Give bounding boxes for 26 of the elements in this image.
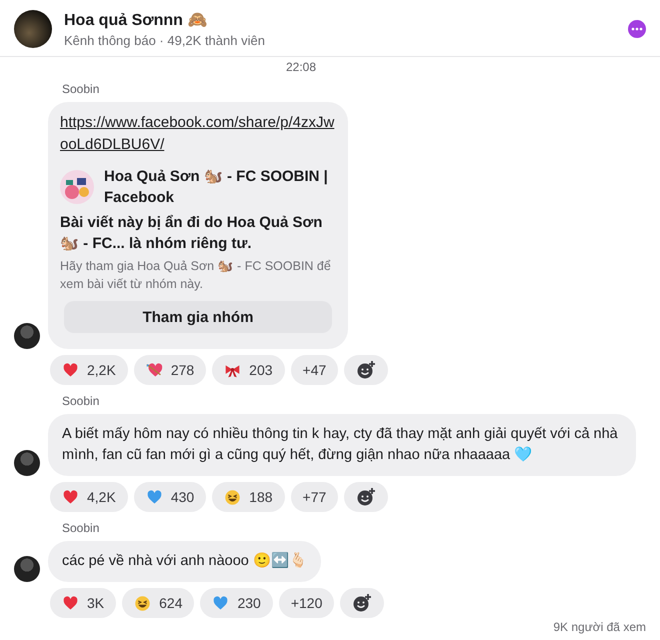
reaction-button[interactable]: 430 (134, 482, 206, 512)
reaction-button[interactable]: 4,2K (50, 482, 128, 512)
channel-subtitle: Kênh thông báo · 49,2K thành viên (64, 33, 266, 48)
view-count: 9K người đã xem (553, 620, 646, 634)
reaction-button[interactable]: 203 (212, 355, 285, 385)
message-bubble: A biết mấy hôm nay có nhiều thông tin k hay, cty đã thay mặt anh giải quyết với cả nhà mình, fan cũ fan mới gì a cũng quý hết, đừng giận nhao nữa nhaaaaa 🩵 (48, 414, 636, 476)
preview-title: Hoa Quả Sơn 🐿 - FC SOOBIN | Facebook (104, 166, 329, 208)
message-bubble: các pé về nhà với anh nàooo 🙂↔🫰🏻 (48, 541, 321, 582)
reaction-button[interactable]: 230 (200, 588, 273, 618)
reaction-button[interactable]: +120 (278, 588, 334, 618)
join-group-button[interactable]: Tham gia nhóm (64, 301, 332, 333)
reaction-button[interactable]: 188 (212, 482, 285, 512)
timestamp: 22:08 (286, 60, 316, 74)
link[interactable]: https://www.facebook.com/share/p/4zxJwooLd6DLBU6V/ (60, 112, 336, 156)
sender-name: Soobin (61, 82, 100, 98)
reaction-button[interactable]: +77 (290, 482, 338, 512)
preview-note: Hãy tham gia Hoa Quả Sơn 🐿 - FC SOOBIN để xem bài viết từ nhóm này. (60, 258, 332, 293)
reaction-button[interactable]: 2,2K (50, 355, 128, 385)
reaction-button[interactable]: 624 (122, 588, 194, 618)
channel-title: Hoa quả Sơnnn 🙈 (64, 11, 208, 30)
sender-name: Soobin (61, 394, 100, 410)
sender-name: Soobin (61, 521, 100, 538)
reaction-button[interactable]: 278 (134, 355, 206, 385)
reaction-button[interactable]: +47 (290, 355, 338, 385)
preview-headline: Bài viết này bị ẩn đi do Hoa Quả Sơn 🐿 - FC... là nhóm riêng tư. (60, 212, 324, 254)
reaction-button[interactable]: 3K (50, 588, 116, 618)
